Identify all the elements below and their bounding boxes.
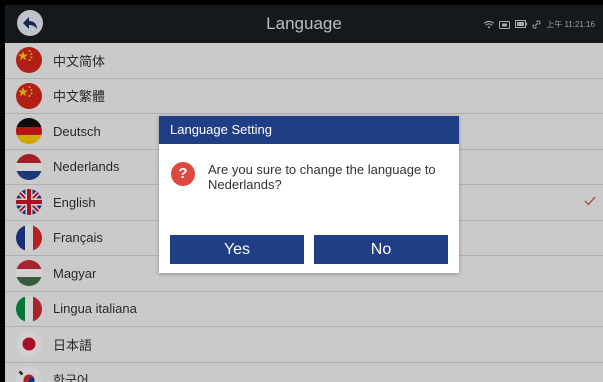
question-icon: ? — [171, 162, 195, 186]
dialog-message: Are you sure to change the language to N… — [208, 162, 436, 192]
yes-button[interactable]: Yes — [170, 235, 304, 264]
dialog-title: Language Setting — [159, 116, 459, 144]
language-setting-dialog: Language Setting ? Are you sure to chang… — [159, 116, 459, 273]
dialog-body: ? Are you sure to change the language to… — [159, 144, 459, 228]
screen: Language 上午 11:21:16 中文简体 中文繁體 Deutsch N… — [5, 5, 603, 382]
no-button[interactable]: No — [314, 235, 448, 264]
